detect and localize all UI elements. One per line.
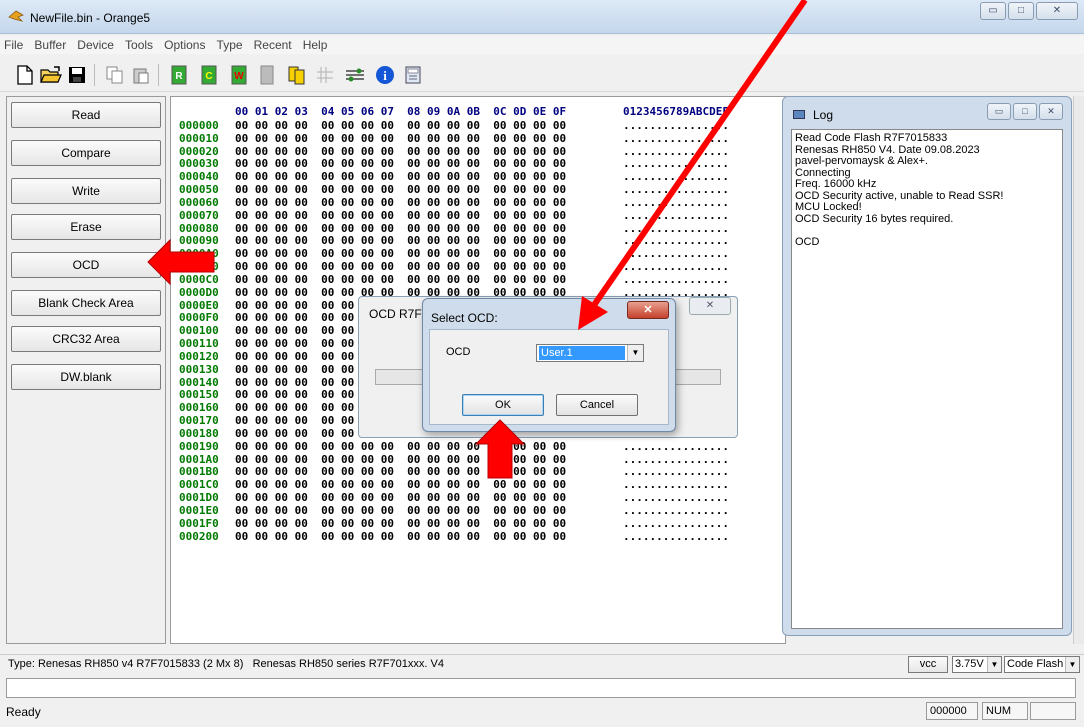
vcc-button[interactable]: vcc (908, 656, 948, 673)
num-indicator: NUM (982, 702, 1028, 720)
ready-status: Ready (6, 705, 41, 719)
voltage-value: 3.75V (955, 658, 984, 670)
arrow-head-to-dropdown (578, 296, 608, 330)
area-value: Code Flash (1007, 658, 1064, 670)
arrow-to-ocd-button (147, 238, 215, 286)
chevron-down-icon[interactable]: ▼ (987, 657, 1001, 672)
address-indicator: 000000 (926, 702, 978, 720)
command-input[interactable] (6, 678, 1076, 698)
arrow-line-to-dropdown (589, 0, 808, 310)
annotation-arrows (147, 0, 808, 479)
status-bar: Type: Renesas RH850 v4 R7F7015833 (2 Mx … (0, 654, 1084, 674)
device-type-text: Type: Renesas RH850 v4 R7F7015833 (2 Mx … (8, 658, 444, 670)
arrow-to-ok-button (474, 419, 526, 479)
voltage-select[interactable]: 3.75V ▼ (952, 656, 1002, 673)
area-select[interactable]: Code Flash ▼ (1004, 656, 1080, 673)
chevron-down-icon[interactable]: ▼ (1065, 657, 1079, 672)
status-empty-box (1030, 702, 1076, 720)
